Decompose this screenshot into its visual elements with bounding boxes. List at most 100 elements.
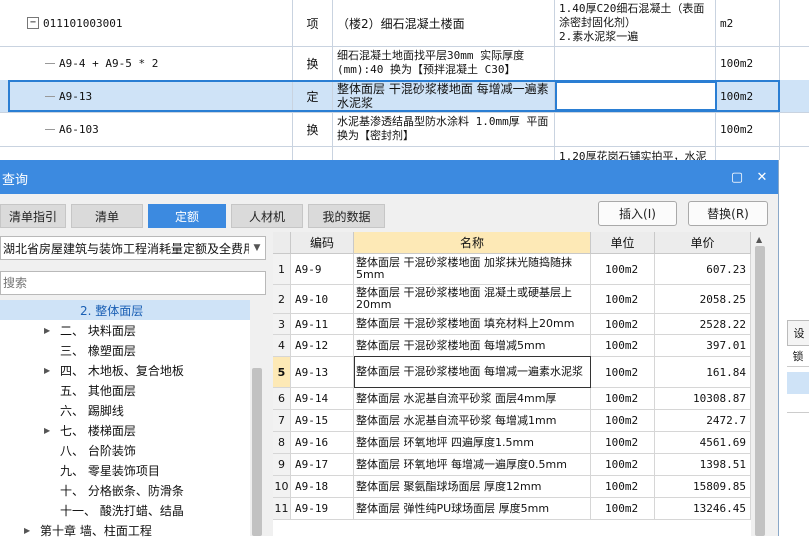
- grid-header-name[interactable]: 名称: [354, 232, 591, 254]
- cell-unit: 100m2: [591, 335, 655, 356]
- sheet-code: A9-4 + A9-5 * 2: [59, 56, 159, 70]
- close-icon[interactable]: ✕: [753, 168, 771, 186]
- table-row[interactable]: 7 A9-15 整体面层 水泥基自流平砂浆 每增减1mm 100m2 2472.7: [273, 410, 751, 432]
- tree-node[interactable]: ▶ 二、 块料面层: [0, 320, 250, 340]
- sheet-unit: 100m2: [716, 46, 780, 80]
- expand-arrow-icon[interactable]: ▶: [44, 426, 50, 435]
- sheet-name: 细石混凝土地面找平层30mm 实际厚度(mm):40 换为【预拌混凝土 C30】: [333, 46, 555, 80]
- tree-node[interactable]: 五、 其他面层: [0, 380, 250, 400]
- sheet-unit: 100m2: [716, 112, 780, 146]
- cell-name: 整体面层 环氧地坪 每增减一遍厚度0.5mm: [354, 454, 591, 475]
- cell-unit: 100m2: [591, 476, 655, 497]
- tab-quota[interactable]: 定额: [148, 204, 226, 228]
- expand-arrow-icon[interactable]: ▶: [24, 526, 30, 535]
- scroll-up-icon[interactable]: ▲: [756, 235, 762, 244]
- table-row[interactable]: 5 A9-13 整体面层 干混砂浆楼地面 每增减一遍素水泥浆 100m2 161.84: [273, 356, 751, 388]
- sheet-code: A6-103: [59, 122, 99, 136]
- table-row[interactable]: 10 A9-18 整体面层 聚氨酯球场面层 厚度12mm 100m2 15809.85: [273, 476, 751, 498]
- cell-unit: 100m2: [591, 410, 655, 431]
- sheet-row[interactable]: A9-4 + A9-5 * 2 换 细石混凝土地面找平层30mm 实际厚度(mm…: [0, 46, 809, 81]
- cell-name: 整体面层 干混砂浆楼地面 加浆抹光随捣随抹5mm: [354, 254, 591, 284]
- tree-node[interactable]: 八、 台阶装饰: [0, 440, 250, 460]
- grid-scrollbar[interactable]: ▲: [753, 232, 767, 536]
- cell-idx: 7: [273, 410, 291, 431]
- tree-line-icon: [45, 62, 55, 64]
- cell-name: 整体面层 水泥基自流平砂浆 面层4mm厚: [354, 388, 591, 409]
- tree-node[interactable]: 三、 橡塑面层: [0, 340, 250, 360]
- side-row[interactable]: [787, 396, 809, 413]
- cell-price: 161.84: [655, 357, 751, 387]
- cell-code: A9-13: [291, 357, 354, 387]
- table-row[interactable]: 9 A9-17 整体面层 环氧地坪 每增减一遍厚度0.5mm 100m2 1398.51: [273, 454, 751, 476]
- grid-header-index[interactable]: [273, 232, 291, 254]
- search-input[interactable]: [0, 271, 266, 295]
- maximize-icon[interactable]: ▢: [728, 168, 746, 186]
- cell-name: 整体面层 水泥基自流平砂浆 每增减1mm: [354, 410, 591, 431]
- tree-node[interactable]: ▶ 第十章 墙、柱面工程: [0, 520, 250, 540]
- cell-price: 2058.25: [655, 285, 751, 313]
- cell-editor[interactable]: [555, 81, 717, 111]
- sheet-row[interactable]: − 011101003001 项 （楼2）细石混凝土楼面 1.40厚C20细石混…: [0, 0, 809, 47]
- expand-arrow-icon[interactable]: ▶: [44, 326, 50, 335]
- table-row[interactable]: 2 A9-10 整体面层 干混砂浆楼地面 混凝土或硬基层上20mm 100m2 2058…: [273, 285, 751, 314]
- grid-header-unit[interactable]: 单位: [591, 232, 655, 254]
- table-row[interactable]: 1 A9-9 整体面层 干混砂浆楼地面 加浆抹光随捣随抹5mm 100m2 607.23: [273, 254, 751, 285]
- cell-name: 整体面层 干混砂浆楼地面 每增减一遍素水泥浆: [354, 357, 591, 387]
- quota-sheet: − 011101003001 项 （楼2）细石混凝土楼面 1.40厚C20细石混…: [0, 0, 809, 166]
- tree-scrollbar[interactable]: [250, 300, 264, 536]
- tab-labor-material[interactable]: 人材机: [231, 204, 303, 228]
- tab-bill-guide[interactable]: 清单指引: [0, 204, 66, 228]
- expand-arrow-icon[interactable]: ▶: [44, 366, 50, 375]
- side-row-selected[interactable]: [787, 372, 809, 394]
- chevron-down-icon[interactable]: ▼: [249, 237, 265, 259]
- side-header: 锁: [787, 346, 809, 367]
- tree-node-label: 三、 橡塑面层: [60, 343, 136, 358]
- cell-price: 15809.85: [655, 476, 751, 497]
- sheet-right-edge: 设 锁: [779, 160, 809, 536]
- tree-node[interactable]: 九、 零星装饰项目: [0, 460, 250, 480]
- cell-unit: 100m2: [591, 357, 655, 387]
- sheet-type: 换: [293, 46, 333, 80]
- cell-idx: 5: [273, 357, 291, 387]
- tree-node[interactable]: ▶ 四、 木地板、复合地板: [0, 360, 250, 380]
- sheet-name: （楼2）细石混凝土楼面: [333, 0, 555, 46]
- cell-code: A9-16: [291, 432, 354, 453]
- tree-node[interactable]: 十、 分格嵌条、防滑条: [0, 480, 250, 500]
- table-row[interactable]: 3 A9-11 整体面层 干混砂浆楼地面 填充材料上20mm 100m2 2528.22: [273, 314, 751, 335]
- cell-name: 整体面层 干混砂浆楼地面 混凝土或硬基层上20mm: [354, 285, 591, 313]
- side-button[interactable]: 设: [787, 320, 809, 346]
- tree-node[interactable]: 十一、 酸洗打蜡、结晶: [0, 500, 250, 520]
- insert-button[interactable]: 插入(I): [598, 201, 677, 226]
- collapse-icon[interactable]: −: [27, 17, 39, 29]
- grid-header-price[interactable]: 单价: [655, 232, 751, 254]
- cell-code: A9-17: [291, 454, 354, 475]
- quota-library-value: 湖北省房屋建筑与装饰工程消耗量定额及全费用: [3, 241, 256, 256]
- cell-price: 397.01: [655, 335, 751, 356]
- tab-my-data[interactable]: 我的数据: [308, 204, 385, 228]
- cell-code: A9-19: [291, 498, 354, 519]
- grid-header-code[interactable]: 编码: [291, 232, 354, 254]
- scroll-thumb[interactable]: [252, 368, 262, 536]
- tree-node[interactable]: ▶ 七、 楼梯面层: [0, 420, 250, 440]
- quota-library-select[interactable]: 湖北省房屋建筑与装饰工程消耗量定额及全费用 ▼: [0, 236, 266, 260]
- cell-price: 2472.7: [655, 410, 751, 431]
- sheet-row[interactable]: A6-103 换 水泥基渗透结晶型防水涂料 1.0mm厚 平面 换为【密封剂】 …: [0, 112, 809, 147]
- sheet-unit: m2: [716, 0, 780, 46]
- quota-tree: 2. 整体面层 ▶ 二、 块料面层三、 橡塑面层 ▶ 四、 木地板、复合地板 五、 其他面…: [0, 300, 264, 538]
- table-row[interactable]: 4 A9-12 整体面层 干混砂浆楼地面 每增减5mm 100m2 397.01: [273, 335, 751, 357]
- table-row[interactable]: 6 A9-14 整体面层 水泥基自流平砂浆 面层4mm厚 100m2 10308.87: [273, 388, 751, 410]
- tree-node-label: 七、 楼梯面层: [60, 423, 136, 438]
- dialog-titlebar[interactable]: 查询 ▢ ✕: [0, 160, 778, 194]
- table-row[interactable]: 11 A9-19 整体面层 弹性纯PU球场面层 厚度5mm 100m2 13246.45: [273, 498, 751, 520]
- replace-button[interactable]: 替换(R): [688, 201, 768, 226]
- tree-node[interactable]: 六、 踢脚线: [0, 400, 250, 420]
- tab-bill[interactable]: 清单: [71, 204, 143, 228]
- cell-price: 13246.45: [655, 498, 751, 519]
- tree-node-label: 2. 整体面层: [80, 303, 144, 318]
- cell-idx: 4: [273, 335, 291, 356]
- tree-node[interactable]: 2. 整体面层: [0, 300, 250, 320]
- table-row[interactable]: 8 A9-16 整体面层 环氧地坪 四遍厚度1.5mm 100m2 4561.69: [273, 432, 751, 454]
- scroll-thumb[interactable]: [755, 246, 765, 536]
- dialog-title: 查询: [2, 173, 29, 188]
- cell-unit: 100m2: [591, 314, 655, 334]
